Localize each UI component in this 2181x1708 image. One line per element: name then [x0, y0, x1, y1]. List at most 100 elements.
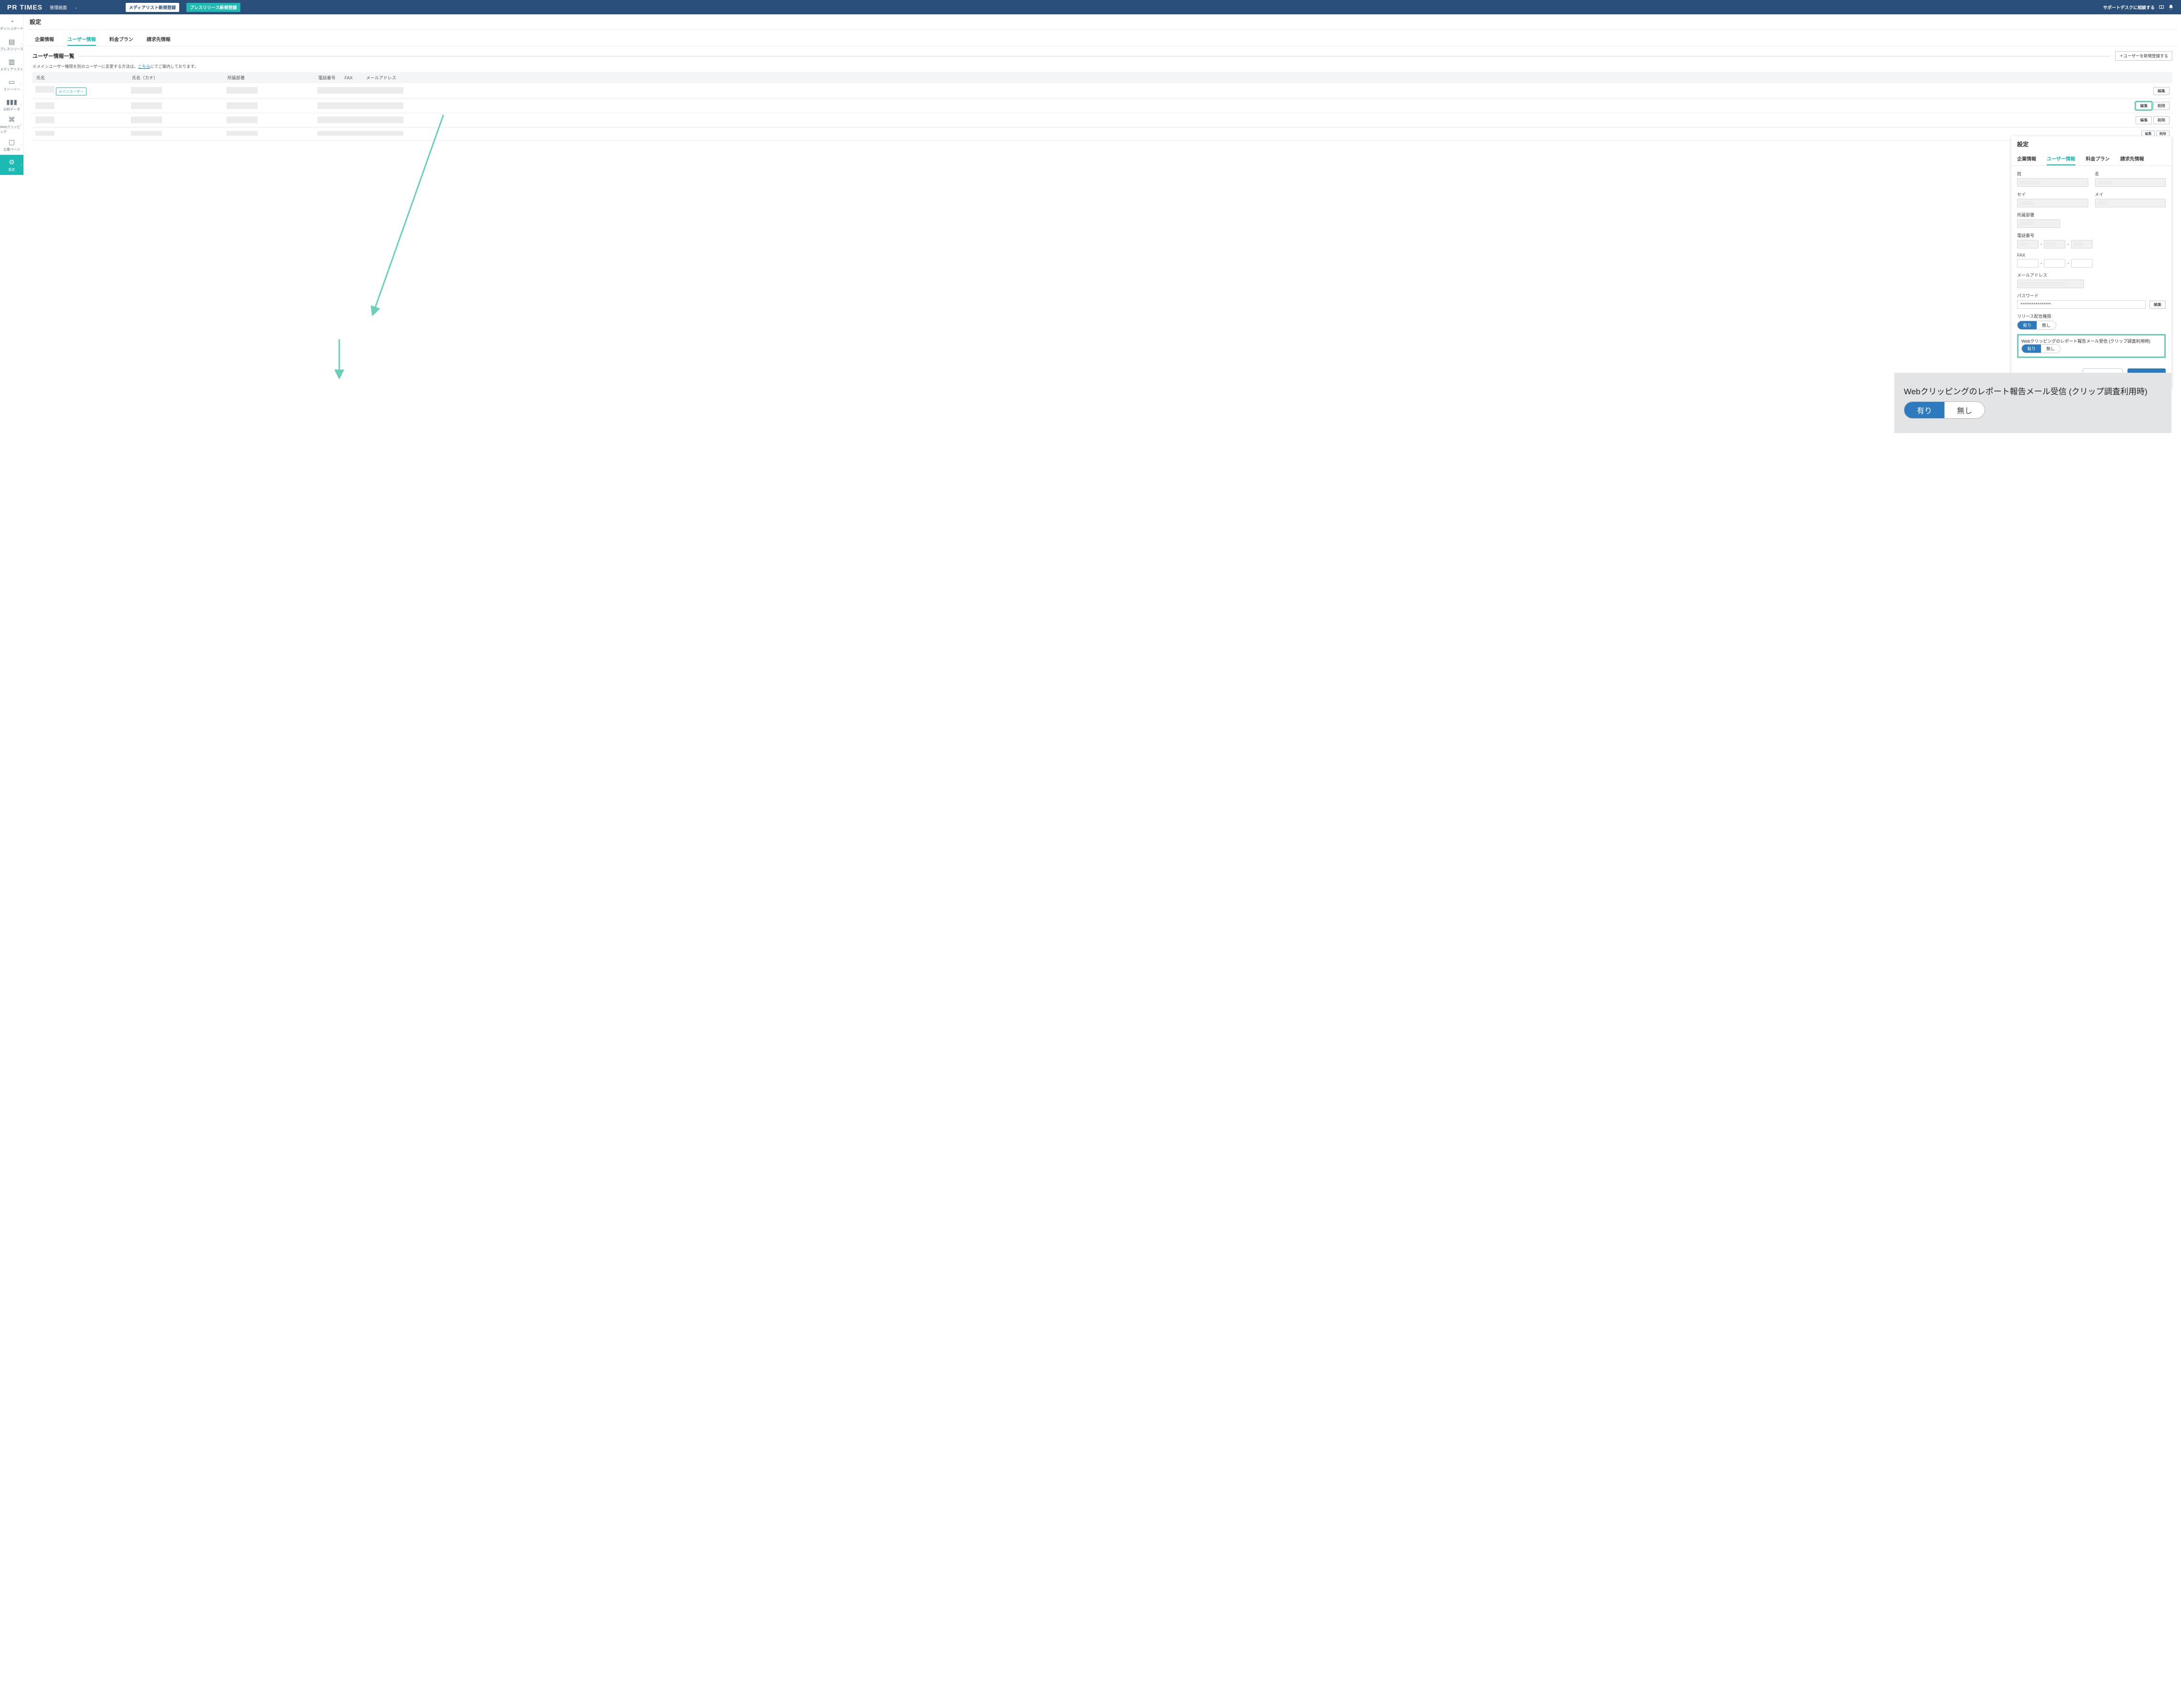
edit-button[interactable]: 編集 [2136, 116, 2152, 124]
sidebar-item-medialist[interactable]: ▥メディアリスト› [0, 54, 23, 75]
page-icon: ▢ [9, 138, 15, 146]
table-row: 編集 削除 [32, 128, 2172, 141]
toggle-off[interactable]: 無し [1944, 402, 1985, 418]
toggle-on[interactable]: 有り [2018, 321, 2037, 329]
sidebar-item-label: Webクリッピング [0, 125, 23, 134]
book-open-icon: ▭ [9, 78, 15, 86]
fax-field-1[interactable] [2017, 259, 2039, 268]
gear-icon: ⚙ [9, 158, 15, 166]
user-edit-panel: 設定 企業情報 ユーザー情報 料金プラン 請求先情報 姓 名 セイ メイ 所属部… [2011, 136, 2171, 389]
content: 設定 企業情報 ユーザー情報 料金プラン 請求先情報 ユーザー情報一覧 ＋ユーザ… [24, 14, 2181, 145]
pressrelease-new-button[interactable]: プレスリリース新規登録 [186, 3, 240, 12]
toggle-on[interactable]: 有り [2022, 345, 2041, 353]
sidebar-item-label: ストーリー [3, 87, 20, 92]
edit-title: 設定 [2011, 136, 2171, 152]
edit-button[interactable]: 編集 [2153, 87, 2170, 95]
chevron-right-icon: › [21, 63, 22, 66]
chevron-right-icon: › [21, 143, 22, 147]
bell-icon[interactable] [2168, 4, 2174, 10]
edit-tab-company[interactable]: 企業情報 [2017, 152, 2036, 165]
sidebar-item-label: メディアリスト [0, 67, 23, 72]
clip-mail-toggle[interactable]: 有り 無し [2021, 344, 2061, 353]
label-password: パスワード [2017, 292, 2166, 299]
sidebar-item-label: 分析データ [3, 107, 20, 112]
col-dept: 所属部署 [224, 72, 314, 83]
fax-field-2[interactable] [2044, 259, 2065, 268]
col-fax: FAX [341, 72, 362, 83]
edit-tab-user[interactable]: ユーザー情報 [2047, 152, 2075, 165]
callout-toggle[interactable]: 有り 無し [1904, 401, 1985, 419]
brand-sub: 管理画面 [50, 4, 67, 11]
sidebar-item-label: 企業ページ [3, 147, 20, 152]
label-release-perm: リリース配信権限 [2017, 313, 2166, 319]
topbar: PR TIMES 管理画面 ⌄ メディアリスト新規登録 プレスリリース新規登録 … [0, 0, 2181, 14]
mei-kana-field[interactable] [2095, 199, 2166, 207]
release-perm-toggle[interactable]: 有り 無し [2017, 321, 2056, 330]
chevron-right-icon: › [21, 103, 22, 107]
sidebar-item-pressrelease[interactable]: ▤プレスリリース› [0, 34, 23, 54]
tel-field-2[interactable] [2044, 240, 2065, 249]
dept-field[interactable] [2017, 219, 2060, 228]
label-tel: 電話番号 [2017, 232, 2166, 238]
tel-field-3[interactable] [2071, 240, 2093, 249]
edit-button[interactable]: 編集 [2136, 102, 2152, 110]
tab-user[interactable]: ユーザー情報 [67, 32, 96, 46]
label-sei-kana: セイ [2017, 191, 2088, 197]
tab-billing[interactable]: 請求先情報 [147, 32, 171, 46]
tab-plan[interactable]: 料金プラン [109, 32, 133, 46]
chevron-right-icon: › [21, 163, 22, 167]
col-name: 氏名 [32, 72, 128, 83]
label-mail: メールアドレス [2017, 272, 2166, 278]
edit-tabstrip: 企業情報 ユーザー情報 料金プラン 請求先情報 [2011, 152, 2171, 166]
sidebar-item-dashboard[interactable]: ◔ダッシュボード [0, 14, 23, 34]
sidebar-item-settings[interactable]: ⚙設定 › [0, 155, 23, 175]
page-title: 設定 [28, 14, 2177, 30]
user-list-panel: ユーザー情報一覧 ＋ユーザーを新規登録する ※メインユーザー権限を別のユーザーに… [28, 46, 2177, 145]
note-link[interactable]: こちら [138, 64, 151, 69]
table-row: 編集 削除 [32, 113, 2172, 128]
note-text: ※メインユーザー権限を別のユーザーに変更する方法は、 [32, 64, 138, 69]
panel-note: ※メインユーザー権限を別のユーザーに変更する方法は、こちらにてご案内しております… [32, 64, 2172, 69]
tel-field-1[interactable] [2017, 240, 2039, 249]
sidebar-item-company[interactable]: ▢企業ページ› [0, 135, 23, 155]
list-icon: ▥ [9, 58, 15, 66]
sidebar-item-analytics[interactable]: ▮▮▮分析データ› [0, 95, 23, 115]
support-link[interactable]: サポートデスクに相談する [2103, 4, 2155, 11]
mei-field[interactable] [2095, 178, 2166, 187]
delete-button[interactable]: 削除 [2153, 102, 2170, 110]
label-dept: 所属部署 [2017, 212, 2166, 218]
col-tel: 電話番号 [314, 72, 341, 83]
mainuser-badge: メインユーザー [56, 87, 86, 96]
delete-button[interactable]: 削除 [2153, 116, 2170, 124]
label-fax: FAX [2017, 253, 2166, 258]
sidebar: ◔ダッシュボード ▤プレスリリース› ▥メディアリスト› ▭ストーリー› ▮▮▮… [0, 14, 24, 175]
link-icon: ⌘ [9, 116, 15, 124]
password-field[interactable]: **************** [2017, 300, 2146, 309]
password-edit-button[interactable]: 編集 [2149, 301, 2166, 309]
toggle-off[interactable]: 無し [2037, 321, 2056, 329]
sidebar-item-label: ダッシュボード [0, 26, 23, 31]
mail-field[interactable] [2017, 280, 2084, 288]
label-sei: 姓 [2017, 171, 2088, 177]
col-kana: 氏名（カナ） [128, 72, 224, 83]
fax-field-3[interactable] [2071, 259, 2093, 268]
chevron-right-icon: › [21, 123, 22, 127]
sidebar-item-story[interactable]: ▭ストーリー› [0, 75, 23, 95]
chevron-down-icon[interactable]: ⌄ [74, 5, 78, 10]
chevron-right-icon: › [21, 43, 22, 46]
sidebar-item-webclipping[interactable]: ⌘Webクリッピング› [0, 115, 23, 135]
edit-tab-billing[interactable]: 請求先情報 [2120, 152, 2144, 165]
callout-label: Webクリッピングのレポート報告メール受信 (クリップ調査利用時) [1904, 385, 2162, 397]
book-icon[interactable] [2159, 4, 2164, 10]
sei-field[interactable] [2017, 178, 2088, 187]
brand: PR TIMES [7, 3, 43, 11]
sidebar-item-label: 設定 [9, 167, 15, 172]
edit-tab-plan[interactable]: 料金プラン [2086, 152, 2110, 165]
tab-company[interactable]: 企業情報 [35, 32, 54, 46]
toggle-on[interactable]: 有り [1904, 402, 1944, 418]
user-table: 氏名 氏名（カナ） 所属部署 電話番号 FAX メールアドレス メインユーザー … [32, 72, 2172, 141]
medialist-new-button[interactable]: メディアリスト新規登録 [126, 3, 179, 12]
toggle-off[interactable]: 無し [2041, 345, 2060, 353]
new-user-button[interactable]: ＋ユーザーを新規登録する [2115, 51, 2172, 61]
sei-kana-field[interactable] [2017, 199, 2088, 207]
